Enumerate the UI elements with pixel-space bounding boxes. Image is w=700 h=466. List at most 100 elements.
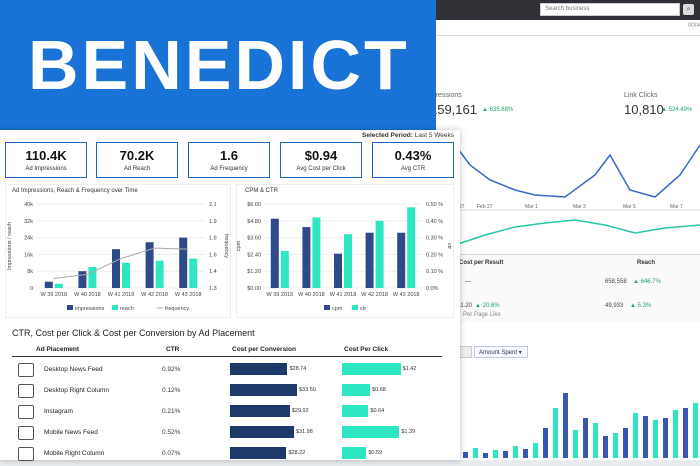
legend-label: frequency [165,306,189,312]
kpi-value: $0.94 [304,148,338,163]
th-cost-per-click: Cost Per Click [344,346,389,353]
search-input[interactable]: Search business [540,3,680,16]
cost-per-conversion-value: $28.74 [289,366,307,372]
y-tick-label: 8k [27,269,33,275]
cost-per-click-bar [342,363,401,375]
reach-bar [54,283,63,288]
placement-ctr: 0.92% [162,366,181,373]
link-clicks-delta: ▲ 524.49% [661,107,693,113]
background-bar [463,452,468,458]
kpi-value: 1.6 [219,148,239,163]
cost-per-conversion-value: $28.22 [288,450,306,456]
background-bar [583,418,588,458]
x-tick-label: W 42 2018 [361,292,388,298]
search-icon[interactable]: ⌕ [683,4,694,15]
x-tick-label: W 39 2018 [266,292,293,298]
kpi-ad-impressions: 110.4K Ad Impressions [5,142,87,178]
background-bar [573,430,578,458]
background-bar [493,450,498,458]
bg-x-label-2: Feb 27 [477,204,493,210]
legend-label: ctr [360,306,366,312]
th-ctr: CTR [166,346,180,353]
td-r1-c2: 658,558 [605,279,627,285]
y-tick-label: $0.00 [247,286,261,292]
cost-per-click-bar [342,447,367,459]
banner: BENEDICT [0,0,436,130]
y-tick-label: 32k [24,219,33,225]
impressions-bar [112,249,120,288]
legend-swatch [112,305,118,310]
link-clicks-label: Link Clicks [624,92,658,99]
placement-row: Instagram 0.21% $29.92 $0.64 [12,402,442,424]
impressions-bar [44,281,53,288]
legend-label: reach [120,306,134,312]
cost-per-click-value: $0.64 [370,408,385,414]
y2-axis-label: frequency [223,234,229,258]
placement-name: Mobile News Feed [44,429,98,436]
y2-tick-label: 0.30 % [426,236,443,242]
bg-x-label-6: Mar 7 [670,204,683,210]
filter-button[interactable] [458,346,472,358]
y-tick-label: 24k [24,236,33,242]
mobile-icon [18,447,34,461]
background-bar [533,443,538,458]
cost-per-click-bar [342,426,400,438]
background-bar [563,393,568,458]
desktop-icon [18,384,34,398]
cost-per-click-bar [342,384,371,396]
frequency-line [53,247,189,280]
td-r1-c1: — [465,279,471,285]
cost-per-click-value: $0.59 [368,450,383,456]
y-tick-label: 0 [30,286,33,292]
placement-ctr: 0.21% [162,408,181,415]
secondary-nav [420,20,700,36]
mobile-icon [18,426,34,440]
x-tick-label: W 43 2018 [393,292,420,298]
reach-bar [189,258,198,288]
kpi-avg-cost-per-click: $0.94 Avg Cost per Click [280,142,362,178]
background-bar-chart [463,393,698,458]
y-axis-label: Impressions / reach [7,222,13,270]
y2-tick-label: 2.1 [209,202,217,208]
cpm-bar [365,232,374,288]
cpm-bar [397,232,406,288]
instagram-icon [18,405,34,419]
cpm-bar [270,218,279,288]
td-r2-c4: ▲ 5.3% [630,303,652,309]
background-bar [643,416,648,458]
y2-tick-label: 0.0% [426,286,439,292]
cost-per-click-value: $1.42 [402,366,417,372]
x-tick-label: W 41 2018 [108,292,135,298]
legend-swatch [67,305,73,310]
chart1-title: Ad Impressions, Reach & Frequency over T… [12,188,138,194]
impressions-reach-chart: 0 8k 16k 24k 32k 40k 1.3 1.4 1.6 1.8 1.9 2.1 Impress… [7,202,229,312]
background-bar [673,410,678,458]
y2-tick-label: 0.20 % [426,252,443,258]
legend-swatch [352,305,358,310]
background-bar [513,446,518,458]
background-bar [473,448,478,458]
background-bar [593,423,598,458]
placement-row: Mobile Right Column 0.07% $28.22 $0.59 [12,444,442,466]
th-cost-per-result: Cost per Result [459,260,504,266]
placement-row: Mobile News Feed 0.52% $31.98 $1.39 [12,423,442,445]
cost-per-click-value: $0.68 [372,387,386,393]
y-tick-label: 16k [24,252,33,258]
th-cost-per-conversion: Cost per Conversion [232,346,296,353]
placement-ctr: 0.07% [162,450,181,457]
legend-label: cpm [332,306,343,312]
kpi-label: Avg Cost per Click [296,166,346,172]
y2-tick-label: 0.40 % [426,219,443,225]
reach-bar [122,262,130,288]
background-bar [603,436,608,458]
placement-row: Desktop Right Column 0.12% $33.50 $0.68 [12,381,442,403]
cost-per-click-bar [342,405,369,417]
placement-section-title: CTR, Cost per Click & Cost per Conversio… [12,328,255,338]
amount-spent-dropdown[interactable]: Amount Spent ▾ [474,346,528,358]
y2-tick-label: 1.9 [209,219,217,225]
impressions-delta: ▲ 635.88% [482,107,514,113]
x-tick-label: W 41 2018 [330,292,357,298]
legend-label: impressions [75,306,105,312]
chart2-title: CPM & CTR [245,188,278,194]
link-clicks-value: 10,810 [624,102,664,117]
